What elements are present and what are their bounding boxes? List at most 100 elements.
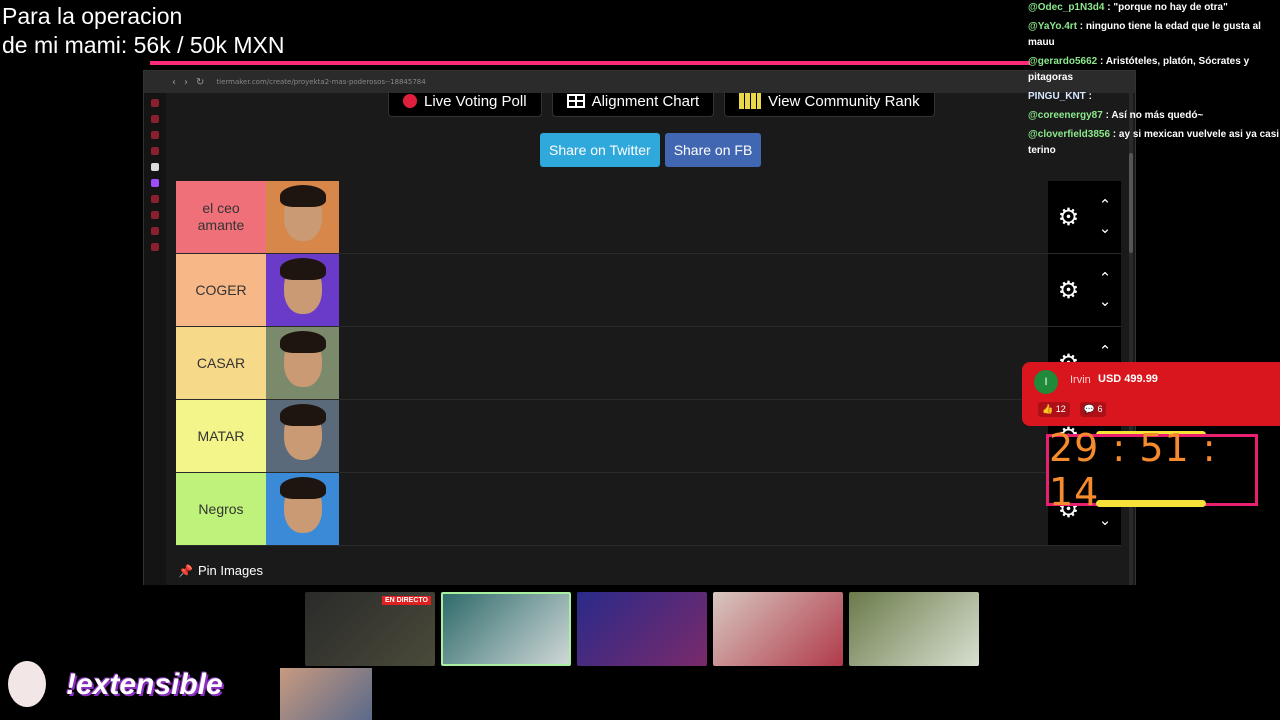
tier-label[interactable]: COGER — [176, 254, 266, 326]
webcam-thumbnail — [280, 668, 372, 720]
chat-text: : — [1085, 91, 1092, 102]
sidebar-app-icon[interactable] — [151, 163, 159, 171]
chevron-up-icon[interactable]: ⌃ — [1099, 198, 1112, 213]
comments-value: 6 — [1097, 404, 1103, 414]
chat-overlay: @Odec_p1N3d4 : "porque no hay de otra" @… — [1028, 0, 1280, 162]
timer-highlight-bottom — [1096, 500, 1206, 507]
chevron-down-icon[interactable]: ⌄ — [1099, 221, 1112, 236]
webcam-thumbnail[interactable] — [441, 592, 571, 666]
webcam-thumbnail[interactable] — [849, 592, 979, 666]
tier-drop-zone[interactable] — [339, 254, 1048, 326]
superchat-card: I Irvin USD 499.99 👍 12 💬 6 — [1022, 362, 1280, 426]
chat-message: @cloverfield3856 : ay si mexican vuelvel… — [1028, 127, 1280, 159]
back-icon[interactable]: ‹ — [172, 77, 176, 88]
chevron-up-icon[interactable]: ⌃ — [1099, 271, 1112, 286]
tier-label[interactable]: el ceo amante — [176, 181, 266, 253]
tier-row: COGER ⚙ ⌃ ⌄ — [176, 254, 1121, 327]
sidebar-app-icon[interactable] — [151, 115, 159, 123]
browser-sidebar — [144, 93, 166, 585]
tier-item-image[interactable] — [266, 327, 339, 399]
goal-progress-bar — [150, 61, 1030, 65]
share-facebook-button[interactable]: Share on FB — [664, 133, 762, 167]
gear-icon[interactable]: ⚙ — [1058, 203, 1080, 231]
tier-controls: ⚙ ⌃ ⌄ — [1048, 254, 1121, 326]
chat-message: @YaYo.4rt : ninguno tiene la edad que le… — [1028, 19, 1280, 51]
subathon-timer: 29 : 51 : 14 — [1046, 426, 1258, 514]
chat-text: : Así no más quedó~ — [1102, 110, 1204, 121]
tier-controls: ⚙ ⌃ ⌄ — [1048, 181, 1121, 253]
pin-icon: 📌 — [178, 563, 193, 578]
sidebar-app-icon[interactable] — [151, 131, 159, 139]
likes-count: 👍 12 — [1038, 402, 1070, 417]
tier-drop-zone[interactable] — [339, 473, 1048, 545]
chat-message: @Odec_p1N3d4 : "porque no hay de otra" — [1028, 0, 1280, 16]
top-actions: Live Voting Poll Alignment Chart View Co… — [388, 93, 935, 117]
live-voting-label: Live Voting Poll — [424, 93, 527, 110]
forward-icon[interactable]: › — [184, 77, 188, 88]
share-row: Share on Twitter Share on FB — [540, 133, 762, 167]
reload-icon[interactable]: ↻ — [196, 77, 204, 88]
tier-item-image[interactable] — [266, 473, 339, 545]
webcam-strip: EN DIRECTO — [305, 592, 979, 666]
tier-row: Negros ⚙ ⌃⌄ — [176, 473, 1121, 546]
sidebar-app-icon[interactable] — [151, 227, 159, 235]
tier-item-image[interactable] — [266, 400, 339, 472]
rank-icon — [739, 93, 762, 109]
channel-name: !extensible — [66, 668, 223, 701]
tier-label[interactable]: Negros — [176, 473, 266, 545]
pin-images-toggle[interactable]: 📌 Pin Images — [178, 563, 263, 578]
tier-item-image[interactable] — [266, 181, 339, 253]
chat-text: : "porque no hay de otra" — [1104, 2, 1228, 13]
tier-drop-zone[interactable] — [339, 327, 1048, 399]
gear-icon[interactable]: ⚙ — [1058, 276, 1080, 304]
goal-text: Para la operacion de mi mami: 56k / 50k … — [2, 2, 284, 60]
browser-window: ‹ › ↻ tiermaker.com/create/proyekta2-mas… — [143, 70, 1136, 585]
tier-row: MATAR ⚙ ⌃⌄ — [176, 400, 1121, 473]
live-voting-button[interactable]: Live Voting Poll — [388, 93, 542, 117]
share-twitter-button[interactable]: Share on Twitter — [540, 133, 660, 167]
mascot-logo — [0, 655, 56, 715]
community-rank-label: View Community Rank — [768, 93, 920, 110]
live-badge: EN DIRECTO — [381, 596, 431, 605]
tier-list: el ceo amante ⚙ ⌃ ⌄ COGER ⚙ ⌃ ⌄ CASAR ⌃ … — [176, 181, 1121, 546]
sidebar-app-icon[interactable] — [151, 211, 159, 219]
chat-username: @coreenergy87 — [1028, 110, 1103, 121]
sidebar-app-icon[interactable] — [151, 243, 159, 251]
chevron-down-icon[interactable]: ⌄ — [1099, 513, 1112, 528]
chat-message: @coreenergy87 : Así no más quedó~ — [1028, 108, 1280, 124]
donor-name: Irvin — [1070, 374, 1091, 386]
sidebar-app-icon[interactable] — [151, 99, 159, 107]
webcam-thumbnail[interactable] — [713, 592, 843, 666]
sidebar-app-icon[interactable] — [151, 147, 159, 155]
channel-branding: !extensible — [0, 655, 223, 715]
grid-icon — [566, 94, 585, 108]
tier-drop-zone[interactable] — [339, 400, 1048, 472]
community-rank-button[interactable]: View Community Rank — [724, 93, 935, 117]
address-bar[interactable]: tiermaker.com/create/proyekta2-mas-poder… — [216, 78, 425, 86]
tier-label[interactable]: CASAR — [176, 327, 266, 399]
tier-label[interactable]: MATAR — [176, 400, 266, 472]
chat-message: @gerardo5662 : Aristóteles, platón, Sócr… — [1028, 54, 1280, 86]
alignment-label: Alignment Chart — [591, 93, 700, 110]
chat-username: PINGU_KNT — [1028, 91, 1086, 102]
goal-line-2: de mi mami: 56k / 50k MXN — [2, 32, 285, 58]
tiermaker-page: Live Voting Poll Alignment Chart View Co… — [166, 93, 1135, 585]
webcam-thumbnail[interactable] — [577, 592, 707, 666]
goal-line-1: Para la operacion — [2, 3, 183, 29]
tier-drop-zone[interactable] — [339, 181, 1048, 253]
chat-username: @Odec_p1N3d4 — [1028, 2, 1105, 13]
chevron-up-icon[interactable]: ⌃ — [1099, 344, 1112, 359]
webcam-thumbnail[interactable]: EN DIRECTO — [305, 592, 435, 666]
browser-toolbar: ‹ › ↻ tiermaker.com/create/proyekta2-mas… — [144, 71, 1135, 93]
twitch-icon[interactable] — [151, 179, 159, 187]
record-icon — [403, 94, 417, 108]
alignment-chart-button[interactable]: Alignment Chart — [551, 93, 715, 117]
chat-message: PINGU_KNT : — [1028, 89, 1280, 105]
comments-count: 💬 6 — [1079, 402, 1107, 417]
donation-amount: USD 499.99 — [1098, 373, 1158, 385]
tier-item-image[interactable] — [266, 254, 339, 326]
likes-value: 12 — [1055, 404, 1066, 414]
sidebar-app-icon[interactable] — [151, 195, 159, 203]
chevron-down-icon[interactable]: ⌄ — [1099, 294, 1112, 309]
donation-stats: 👍 12 💬 6 — [1038, 402, 1107, 417]
